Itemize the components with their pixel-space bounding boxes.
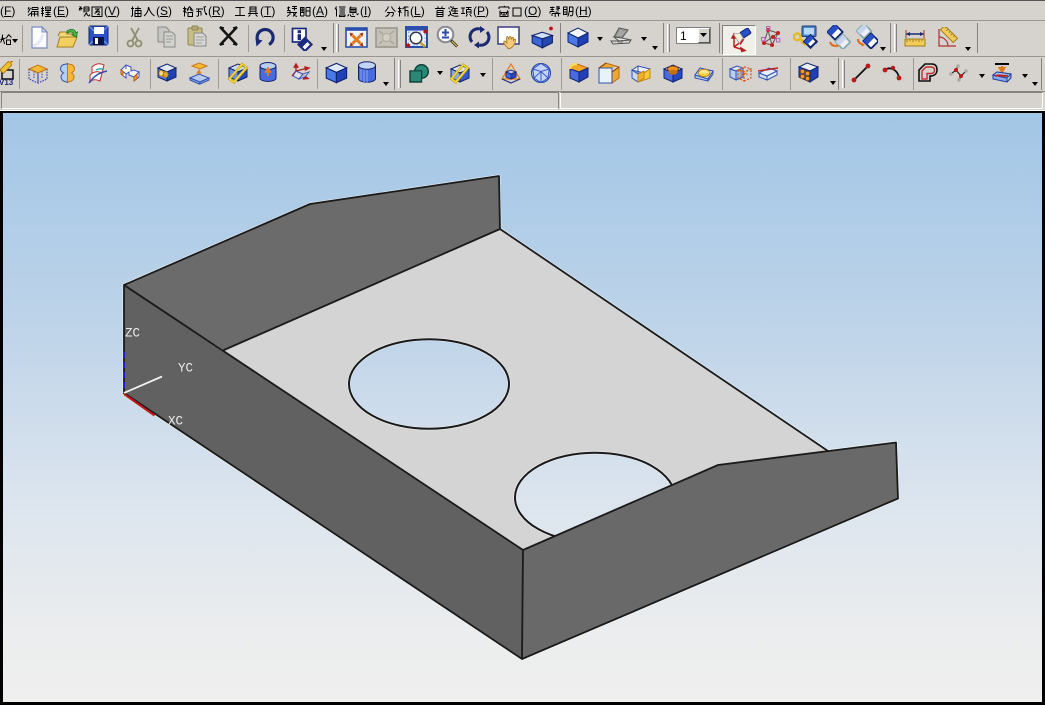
svg-text:V13: V13 <box>0 78 14 86</box>
svg-text:YC: YC <box>178 362 193 376</box>
svg-text:ZC: ZC <box>125 327 140 341</box>
svg-text:XC: XC <box>168 415 183 429</box>
